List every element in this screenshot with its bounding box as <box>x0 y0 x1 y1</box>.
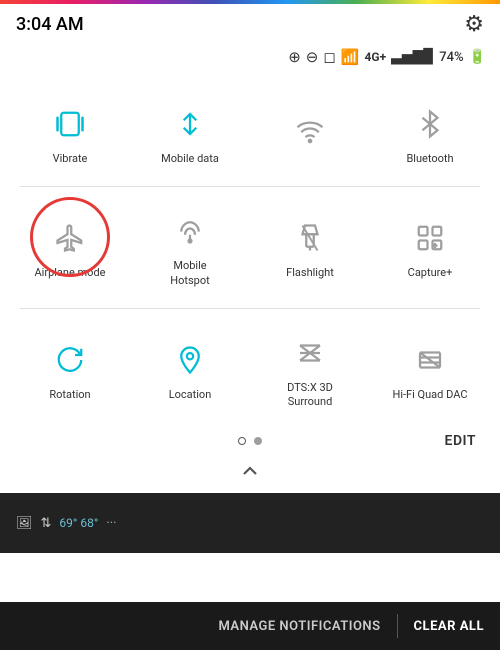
flashlight-label: Flashlight <box>286 266 334 280</box>
bluetooth-icon <box>406 100 454 148</box>
dot-2[interactable] <box>254 437 262 445</box>
signal-bars-icon: ▃▅▇▉ <box>391 49 434 65</box>
quick-settings-panel: Vibrate Mobile data <box>0 74 500 425</box>
settings-icon[interactable]: ⚙ <box>464 12 484 37</box>
qs-hifi[interactable]: Hi-Fi Quad DAC <box>374 321 486 418</box>
clear-all-button[interactable]: CLEAR ALL <box>398 619 500 634</box>
status-time: 3:04 AM <box>16 14 84 35</box>
status-bar: 3:04 AM ⚙ <box>0 4 500 44</box>
wifi-qs-icon <box>286 107 334 155</box>
battery-icon: 🔋 <box>469 49 486 65</box>
status-icons-row: ⊕ ⊖ ◻ 📶 4G+ ▃▅▇▉ 74% 🔋 <box>0 44 500 74</box>
qs-airplane-mode[interactable]: Airplane mode <box>14 199 126 296</box>
qs-dts[interactable]: DTS:X 3D Surround <box>254 321 366 418</box>
qs-vibrate[interactable]: Vibrate <box>14 92 126 174</box>
notif-icons: 🖼 ⇅ 69° 68° ··· <box>16 516 484 531</box>
bottom-action-bar: MANAGE NOTIFICATIONS CLEAR ALL <box>0 602 500 650</box>
qs-wifi[interactable] <box>254 92 366 174</box>
battery-saver-icon: ◻ <box>323 48 335 66</box>
airplane-label: Airplane mode <box>34 266 105 280</box>
mobile-data-icon <box>166 100 214 148</box>
network-icon: 4G+ <box>365 50 387 64</box>
more-notif-icon: ··· <box>106 516 116 531</box>
vibrate-icon <box>46 100 94 148</box>
hifi-icon <box>406 336 454 384</box>
minus-circle-icon: ⊖ <box>306 48 319 66</box>
edit-button[interactable]: EDIT <box>445 433 476 449</box>
dts-label: DTS:X 3D Surround <box>287 381 333 410</box>
location-label: Location <box>169 388 212 402</box>
image-notif-icon: 🖼 <box>16 516 33 531</box>
qs-hotspot[interactable]: Mobile Hotspot <box>134 199 246 296</box>
qs-capture-plus[interactable]: Capture+ <box>374 199 486 296</box>
add-circle-icon: ⊕ <box>288 48 301 66</box>
airplane-icon <box>46 214 94 262</box>
collapse-arrow[interactable] <box>0 453 500 493</box>
flashlight-icon <box>286 214 334 262</box>
sync-notif-icon: ⇅ <box>41 516 52 531</box>
qs-flashlight[interactable]: Flashlight <box>254 199 366 296</box>
hotspot-label: Mobile Hotspot <box>170 259 209 288</box>
qs-bluetooth[interactable]: Bluetooth <box>374 92 486 174</box>
capture-plus-label: Capture+ <box>408 266 453 280</box>
dot-1[interactable] <box>238 437 246 445</box>
hifi-label: Hi-Fi Quad DAC <box>393 388 468 402</box>
qs-mobile-data[interactable]: Mobile data <box>134 92 246 174</box>
qs-row-3: Rotation Location <box>10 313 490 426</box>
mobile-data-label: Mobile data <box>161 152 219 166</box>
qs-row-2: Airplane mode Mobile Hotspot <box>10 191 490 304</box>
location-icon <box>166 336 214 384</box>
qs-rotation[interactable]: Rotation <box>14 321 126 418</box>
dts-icon <box>286 329 334 377</box>
rotation-label: Rotation <box>49 388 90 402</box>
manage-notifications-button[interactable]: MANAGE NOTIFICATIONS <box>202 619 396 634</box>
pagination-dots: EDIT <box>0 425 500 453</box>
bluetooth-label: Bluetooth <box>406 152 453 166</box>
notification-panel: 🖼 ⇅ 69° 68° ··· <box>0 493 500 553</box>
capture-plus-icon <box>406 214 454 262</box>
temp-label: 69° 68° <box>59 516 98 530</box>
battery-percent: 74% <box>439 50 463 65</box>
qs-location[interactable]: Location <box>134 321 246 418</box>
rotation-icon <box>46 336 94 384</box>
qs-row-1: Vibrate Mobile data <box>10 84 490 182</box>
wifi-icon: 📶 <box>341 48 360 66</box>
hotspot-icon <box>166 207 214 255</box>
vibrate-label: Vibrate <box>53 152 88 166</box>
